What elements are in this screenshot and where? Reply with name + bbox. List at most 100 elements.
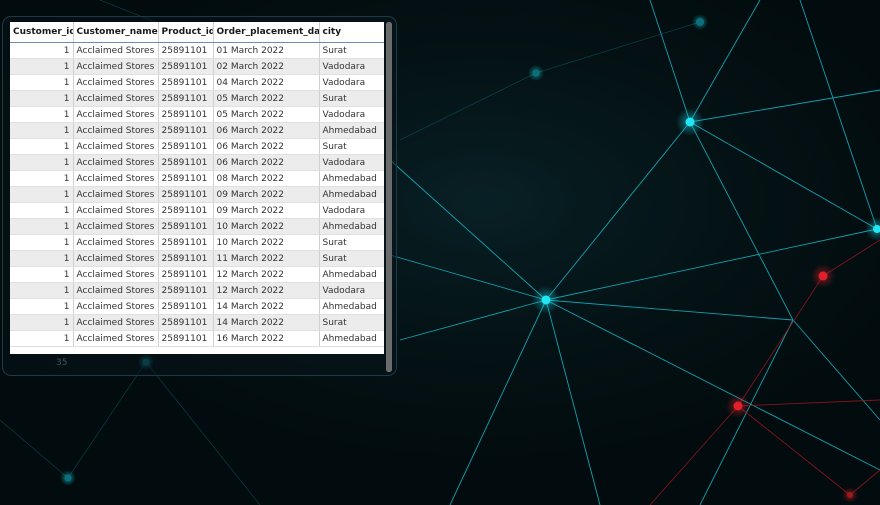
cell-customer-id: 1 [10,122,74,139]
cell-customer-name: Acclaimed Stores [73,170,159,187]
column-header-customer-id[interactable]: Customer_id [10,22,74,43]
cell-order-placement-date: 09 March 2022 [213,202,320,219]
cell-order-placement-date: 14 March 2022 [213,314,320,331]
cell-product-id: 25891101 [158,138,214,155]
cell-product-id: 25891101 [158,154,214,171]
cell-customer-name: Acclaimed Stores [73,154,159,171]
cell-customer-id: 1 [10,42,74,59]
cell-customer-id: 1 [10,170,74,187]
column-header-order-placement-date[interactable]: Order_placement_date [213,22,320,43]
cell-city: Ahmedabad [319,122,384,139]
cell-customer-id: 1 [10,154,74,171]
cell-customer-id: 1 [10,202,74,219]
column-header-customer-name[interactable]: Customer_name [73,22,159,43]
cell-city: Surat [319,90,384,107]
table-row[interactable]: 1 Acclaimed Stores 25891101 05 March 2022 Va… [10,106,384,123]
column-header-product-id[interactable]: Product_id [158,22,214,43]
table-row[interactable]: 1 Acclaimed Stores 25891101 10 March 2022 Ah… [10,218,384,235]
table-scrollbar[interactable] [386,22,392,372]
table-header-row: Customer_id Customer_name Product_id Order_… [10,22,384,43]
cell-product-id: 25891101 [158,106,214,123]
cell-customer-id: 1 [10,266,74,283]
cell-customer-id: 1 [10,90,74,107]
cell-city: Vadodara [319,58,384,75]
cell-customer-name: Acclaimed Stores [73,42,159,59]
cell-product-id: 25891101 [158,186,214,203]
cell-customer-name: Acclaimed Stores [73,186,159,203]
cell-order-placement-date: 04 March 2022 [213,74,320,91]
cell-product-id: 25891101 [158,218,214,235]
cell-customer-id: 1 [10,218,74,235]
cell-customer-name: Acclaimed Stores [73,122,159,139]
cell-customer-id: 1 [10,138,74,155]
cell-order-placement-date: 10 March 2022 [213,218,320,235]
cell-city: Ahmedabad [319,186,384,203]
cell-order-placement-date: 11 March 2022 [213,250,320,267]
cell-product-id: 25891101 [158,266,214,283]
cell-city: Surat [319,234,384,251]
cell-customer-id: 1 [10,314,74,331]
cell-city: Vadodara [319,74,384,91]
scrollbar-thumb[interactable] [386,22,392,372]
data-table[interactable]: Customer_id Customer_name Product_id Order_… [10,22,384,354]
table-row[interactable]: 1 Acclaimed Stores 25891101 08 March 2022 Ah… [10,170,384,187]
cell-customer-id: 1 [10,234,74,251]
table-row[interactable]: 1 Acclaimed Stores 25891101 12 March 2022 Va… [10,282,384,299]
cell-product-id: 25891101 [158,298,214,315]
cell-order-placement-date: 06 March 2022 [213,154,320,171]
cell-customer-id: 1 [10,186,74,203]
cell-order-placement-date: 12 March 2022 [213,266,320,283]
cell-order-placement-date: 01 March 2022 [213,42,320,59]
table-body: 1 Acclaimed Stores 25891101 01 March 2022 Su… [10,42,384,347]
cell-city: Surat [319,138,384,155]
table-row[interactable]: 1 Acclaimed Stores 25891101 14 March 2022 Su… [10,314,384,331]
table-row[interactable]: 1 Acclaimed Stores 25891101 09 March 2022 Ah… [10,186,384,203]
cell-customer-id: 1 [10,74,74,91]
cell-customer-id: 1 [10,250,74,267]
page-number: 35 [56,358,68,368]
table-row[interactable]: 1 Acclaimed Stores 25891101 02 March 2022 Va… [10,58,384,75]
table-row[interactable]: 1 Acclaimed Stores 25891101 16 March 2022 Ah… [10,330,384,347]
cell-city: Surat [319,250,384,267]
cell-product-id: 25891101 [158,314,214,331]
cell-customer-id: 1 [10,58,74,75]
table-row[interactable]: 1 Acclaimed Stores 25891101 11 March 2022 Su… [10,250,384,267]
cell-customer-name: Acclaimed Stores [73,266,159,283]
table-row[interactable]: 1 Acclaimed Stores 25891101 09 March 2022 Va… [10,202,384,219]
cell-city: Surat [319,42,384,59]
cell-city: Vadodara [319,202,384,219]
cell-city: Vadodara [319,282,384,299]
cell-customer-name: Acclaimed Stores [73,234,159,251]
cell-product-id: 25891101 [158,74,214,91]
table-row[interactable]: 1 Acclaimed Stores 25891101 04 March 2022 Va… [10,74,384,91]
cell-customer-name: Acclaimed Stores [73,90,159,107]
cell-city: Vadodara [319,106,384,123]
cell-customer-name: Acclaimed Stores [73,138,159,155]
cell-order-placement-date: 08 March 2022 [213,170,320,187]
table-row[interactable]: 1 Acclaimed Stores 25891101 06 March 2022 Ah… [10,122,384,139]
table-row[interactable]: 1 Acclaimed Stores 25891101 01 March 2022 Su… [10,42,384,59]
cell-product-id: 25891101 [158,250,214,267]
cell-order-placement-date: 05 March 2022 [213,106,320,123]
table-row[interactable]: 1 Acclaimed Stores 25891101 06 March 2022 Va… [10,154,384,171]
cell-order-placement-date: 05 March 2022 [213,90,320,107]
cell-customer-name: Acclaimed Stores [73,250,159,267]
cell-customer-id: 1 [10,282,74,299]
orders-table: Customer_id Customer_name Product_id Order_… [10,22,384,347]
table-row[interactable]: 1 Acclaimed Stores 25891101 10 March 2022 Su… [10,234,384,251]
cell-order-placement-date: 12 March 2022 [213,282,320,299]
table-row[interactable]: 1 Acclaimed Stores 25891101 12 March 2022 Ah… [10,266,384,283]
cell-order-placement-date: 02 March 2022 [213,58,320,75]
cell-order-placement-date: 09 March 2022 [213,186,320,203]
cell-customer-name: Acclaimed Stores [73,106,159,123]
cell-customer-name: Acclaimed Stores [73,298,159,315]
table-row[interactable]: 1 Acclaimed Stores 25891101 06 March 2022 Su… [10,138,384,155]
cell-order-placement-date: 16 March 2022 [213,330,320,347]
cell-customer-id: 1 [10,106,74,123]
cell-order-placement-date: 10 March 2022 [213,234,320,251]
cell-customer-name: Acclaimed Stores [73,330,159,347]
cell-product-id: 25891101 [158,58,214,75]
table-row[interactable]: 1 Acclaimed Stores 25891101 05 March 2022 Su… [10,90,384,107]
column-header-city[interactable]: city [319,22,384,43]
table-row[interactable]: 1 Acclaimed Stores 25891101 14 March 2022 Ah… [10,298,384,315]
